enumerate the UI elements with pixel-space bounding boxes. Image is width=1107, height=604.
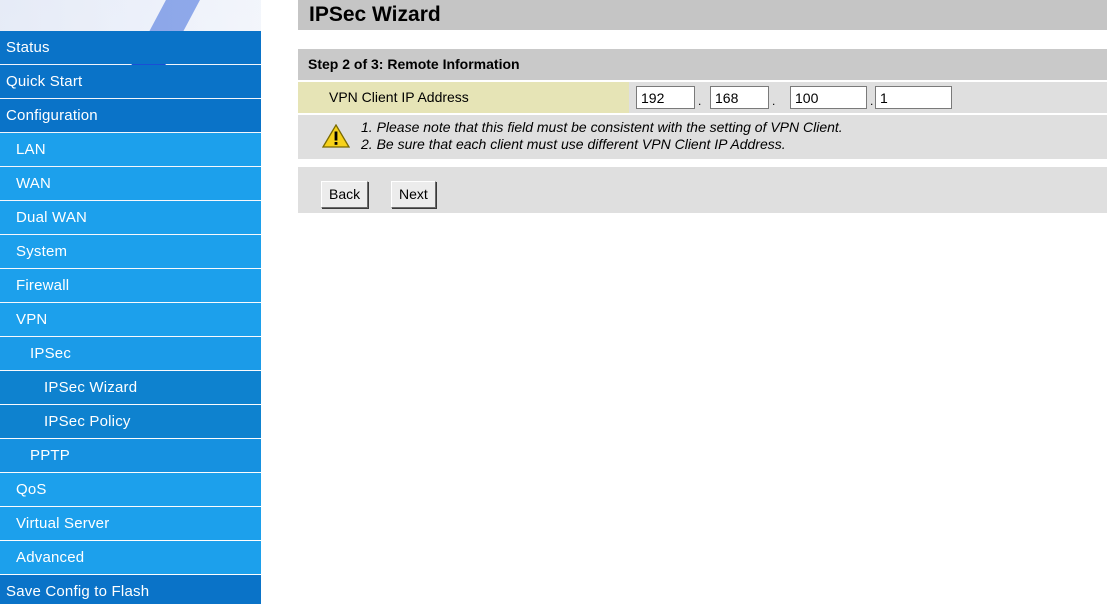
ip-separator: . [772, 94, 776, 108]
note-line-2: 2. Be sure that each client must use dif… [361, 136, 786, 152]
step-header: Step 2 of 3: Remote Information [298, 49, 1107, 80]
action-bar: Back Next [298, 167, 1107, 213]
sidebar-item-lan[interactable]: LAN [0, 133, 261, 166]
sidebar-item-configuration[interactable]: Configuration [0, 99, 261, 132]
sidebar: Status Quick Start Configuration LAN WAN… [0, 0, 261, 604]
notes-panel: 1. Please note that this field must be c… [298, 115, 1107, 159]
sidebar-item-vpn[interactable]: VPN [0, 303, 261, 336]
ip-octet-1-input[interactable] [636, 86, 695, 109]
sidebar-item-quick-start[interactable]: Quick Start [0, 65, 261, 98]
warning-icon [322, 124, 350, 148]
sidebar-item-dual-wan[interactable]: Dual WAN [0, 201, 261, 234]
next-button[interactable]: Next [391, 181, 436, 208]
sidebar-item-system[interactable]: System [0, 235, 261, 268]
sidebar-item-pptp[interactable]: PPTP [0, 439, 261, 472]
main-content: IPSec Wizard Step 2 of 3: Remote Informa… [298, 0, 1107, 213]
sidebar-item-ipsec-wizard[interactable]: IPSec Wizard [0, 371, 261, 404]
sidebar-item-wan[interactable]: WAN [0, 167, 261, 200]
sidebar-item-ipsec-policy[interactable]: IPSec Policy [0, 405, 261, 438]
ip-separator: . [698, 94, 702, 108]
sidebar-item-advanced[interactable]: Advanced [0, 541, 261, 574]
note-line-1: 1. Please note that this field must be c… [361, 119, 843, 135]
ip-octet-3-input[interactable] [790, 86, 867, 109]
sidebar-item-save-config[interactable]: Save Config to Flash [0, 575, 261, 604]
vpn-client-ip-row: VPN Client IP Address . . . [298, 82, 1107, 113]
ip-octet-2-input[interactable] [710, 86, 769, 109]
back-button[interactable]: Back [321, 181, 369, 208]
page-title: IPSec Wizard [298, 0, 1107, 30]
ip-octet-4-input[interactable] [875, 86, 952, 109]
sidebar-item-firewall[interactable]: Firewall [0, 269, 261, 302]
sidebar-item-ipsec[interactable]: IPSec [0, 337, 261, 370]
sidebar-item-status[interactable]: Status [0, 31, 261, 64]
ip-separator: . [870, 94, 874, 108]
sidebar-item-virtual-server[interactable]: Virtual Server [0, 507, 261, 540]
sidebar-menu: Status Quick Start Configuration LAN WAN… [0, 31, 261, 604]
vpn-client-ip-label: VPN Client IP Address [298, 82, 629, 113]
sidebar-item-qos[interactable]: QoS [0, 473, 261, 506]
